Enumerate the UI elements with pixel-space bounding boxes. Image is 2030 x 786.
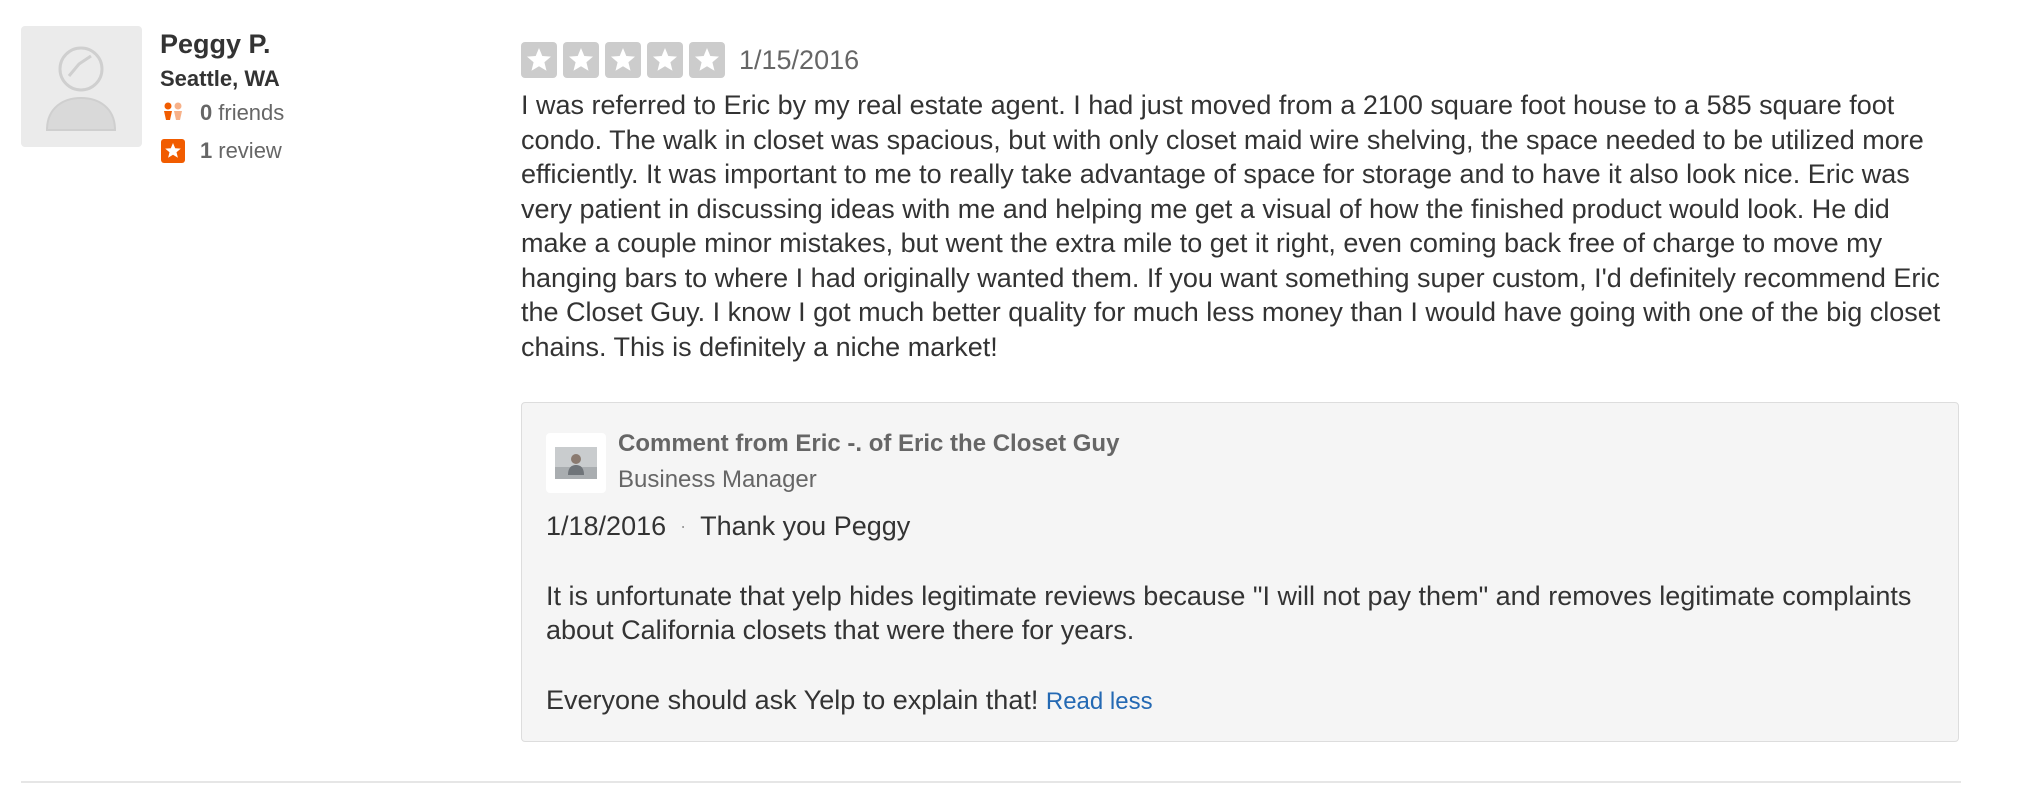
review-text: I was referred to Eric by my real estate…: [521, 90, 1941, 362]
business-owner-photo[interactable]: [546, 433, 606, 493]
owner-comment-date: 1/18/2016: [546, 511, 667, 541]
owner-comment-closing: Everyone should ask Yelp to explain that…: [546, 684, 1039, 715]
default-user-avatar-icon: [45, 46, 117, 131]
user-location: Seattle, WA: [160, 66, 280, 91]
owner-date-line: 1/18/2016 · Thank you Peggy: [546, 509, 1926, 544]
rating-row: 1/15/2016: [521, 40, 1961, 80]
owner-comment-title: Comment from Eric -. of Eric the Closet …: [618, 430, 1120, 457]
owner-header: Comment from Eric -. of Eric the Closet …: [618, 427, 1119, 497]
star-icon: [521, 42, 557, 78]
review-star-icon: [160, 138, 186, 164]
friends-count: 0: [200, 100, 213, 125]
review-item: Peggy P. Seattle, WA 0 friends 1 review …: [0, 0, 2030, 786]
star-icon: [647, 42, 683, 78]
owner-comment-paragraph-last: Everyone should ask Yelp to explain that…: [546, 683, 1926, 720]
friends-label: friends: [218, 100, 285, 125]
review-date: 1/15/2016: [739, 44, 860, 75]
business-photo-icon: [555, 447, 597, 479]
user-avatar[interactable]: [21, 26, 142, 147]
review-divider: [21, 781, 1961, 783]
friends-stat: 0 friends: [160, 94, 284, 132]
star-icon: [689, 42, 725, 78]
owner-role: Business Manager: [618, 466, 817, 493]
owner-comment-paragraph: It is unfortunate that yelp hides legiti…: [546, 580, 1912, 646]
owner-comment-body: 1/18/2016 · Thank you Peggy It is unfort…: [546, 509, 1926, 719]
reviews-stat: 1 review: [160, 132, 284, 170]
star-rating: [521, 42, 731, 78]
review-content: 1/15/2016 I was referred to Eric by my r…: [521, 40, 1961, 364]
separator-dot: ·: [680, 516, 687, 536]
star-icon: [605, 42, 641, 78]
user-info: Peggy P. Seattle, WA 0 friends 1 review: [160, 26, 284, 170]
friends-icon: [160, 100, 186, 126]
reviews-label: review: [218, 138, 282, 163]
reviews-count: 1: [200, 138, 213, 163]
read-less-link[interactable]: Read less: [1046, 688, 1153, 715]
business-owner-comment: Comment from Eric -. of Eric the Closet …: [521, 402, 1959, 742]
user-name[interactable]: Peggy P.: [160, 26, 284, 62]
owner-comment-headline: Thank you Peggy: [700, 511, 911, 541]
star-icon: [563, 42, 599, 78]
